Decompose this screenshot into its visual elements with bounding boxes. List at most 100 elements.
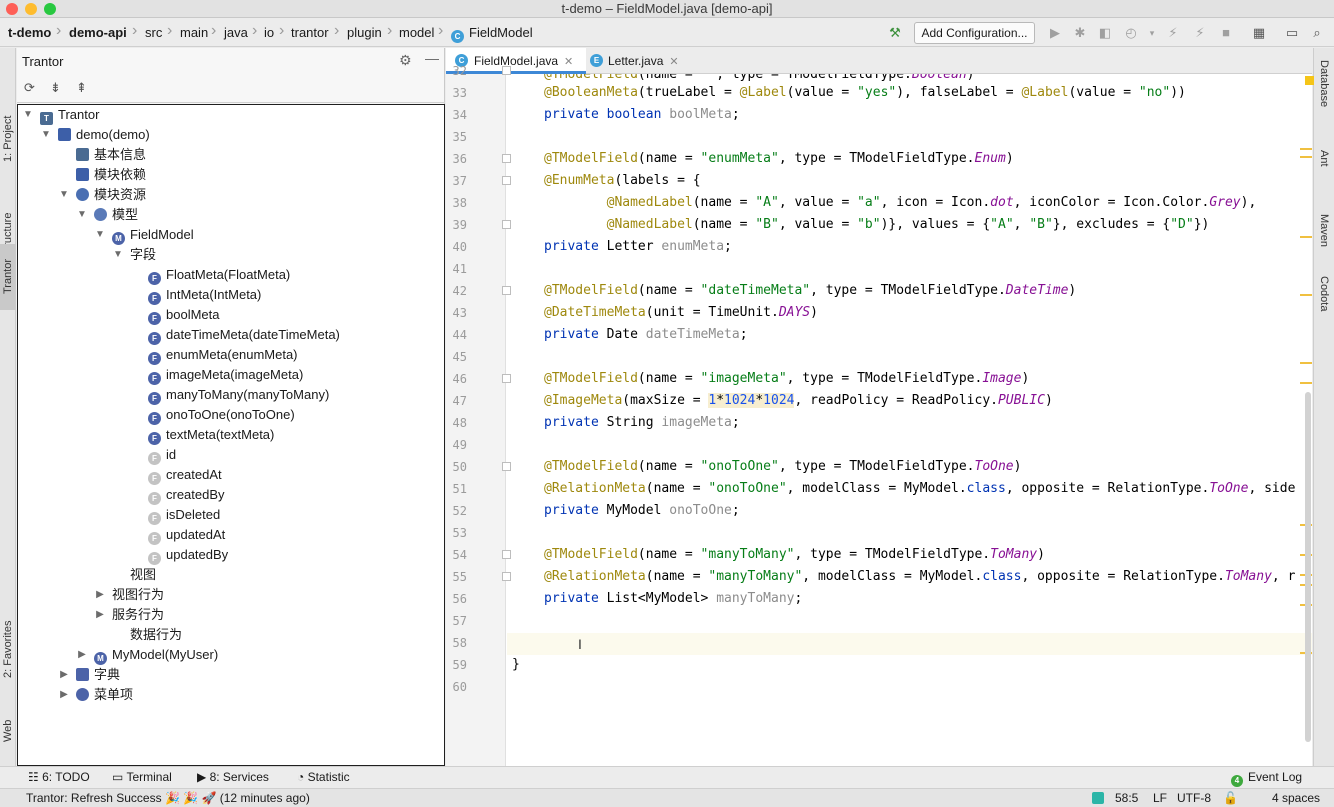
line-number: 39 (452, 218, 467, 232)
tab-web[interactable]: Web (0, 712, 16, 752)
search-icon[interactable]: ⌕ (1308, 24, 1326, 42)
breadcrumb-main[interactable]: main (180, 25, 208, 40)
minimize-window-button[interactable] (25, 3, 37, 15)
run-icon[interactable]: ▶ (1046, 24, 1064, 42)
tree-node-label: 菜单项 (94, 687, 134, 702)
stop-icon[interactable]: ■ (1217, 24, 1235, 42)
line-number: 42 (452, 284, 467, 298)
system-field-icon: F (148, 552, 161, 565)
tab-trantor[interactable]: Trantor (0, 244, 16, 310)
close-window-button[interactable] (6, 3, 18, 15)
debug-icon[interactable]: ✱ (1071, 24, 1089, 42)
panel-toolbar: ⟳ ⇟ ⇞ (17, 75, 445, 103)
expanded-arrow-icon[interactable]: ▼ (22, 105, 34, 125)
editor-scrollbar-thumb[interactable] (1305, 392, 1311, 742)
coverage-icon[interactable]: ◧ (1096, 24, 1114, 42)
tab-services[interactable]: ▶ 8: Services (197, 770, 269, 784)
expanded-arrow-icon[interactable]: ▼ (76, 205, 88, 225)
statistic-icon: ◔ (297, 770, 308, 784)
collapsed-arrow-icon[interactable]: ▶ (58, 685, 70, 705)
expanded-arrow-icon[interactable]: ▼ (112, 245, 124, 265)
tree-node-label: isDeleted (166, 507, 221, 522)
expanded-arrow-icon[interactable]: ▼ (58, 185, 70, 205)
tab-project[interactable]: 1: Project (0, 106, 16, 176)
tree-node-content: FtextMeta(textMeta) (148, 425, 274, 445)
build-hammer-icon[interactable]: ⚒ (886, 24, 904, 42)
tab-event-log[interactable]: 4 Event Log (1231, 770, 1302, 787)
close-tab-icon[interactable]: ✕ (564, 56, 573, 68)
tab-letter-java[interactable]: E Letter.java ✕ (590, 48, 700, 74)
caret-position[interactable]: 58:5 (1115, 789, 1138, 807)
bottom-tool-bar: ☷ 6: TODO ▭ Terminal ▶ 8: Services ◔ Sta… (0, 766, 1334, 788)
breadcrumb-project[interactable]: t-demo (8, 25, 51, 40)
status-message[interactable]: Trantor: Refresh Success 🎉 🎉 🚀 (12 minut… (26, 789, 310, 807)
warning-mark[interactable] (1300, 294, 1312, 296)
breadcrumb-src[interactable]: src (145, 25, 162, 40)
code-editor: C FieldModel.java ✕ E Letter.java ✕ 32 33 34… (446, 48, 1314, 766)
services-icon: ▶ (197, 770, 210, 784)
warning-mark[interactable] (1300, 236, 1312, 238)
breadcrumb-separator: › (387, 22, 393, 39)
breadcrumb-model[interactable]: model (399, 25, 434, 40)
gear-icon[interactable]: ⚙ (399, 52, 412, 69)
tab-todo[interactable]: ☷ 6: TODO (28, 770, 90, 784)
tree-node-label: createdAt (166, 467, 222, 482)
collapsed-arrow-icon[interactable]: ▶ (94, 605, 106, 625)
breadcrumb-plugin[interactable]: plugin (347, 25, 382, 40)
codota-status-icon[interactable] (1092, 792, 1104, 804)
field-icon: F (148, 372, 161, 385)
window-title: t-demo – FieldModel.java [demo-api] (561, 1, 773, 16)
attach-debugger-icon[interactable]: ⚡ (1164, 24, 1182, 42)
tree-node-content: M MyModel(MyUser) (94, 645, 218, 665)
code-line: @TModelField(name = "dateTimeMeta", type… (544, 283, 1077, 298)
line-number: 41 (452, 262, 467, 276)
profile-dropdown-icon[interactable]: ▾ (1143, 24, 1161, 42)
hide-panel-icon[interactable]: — (425, 50, 439, 66)
collapsed-arrow-icon[interactable]: ▶ (76, 645, 88, 665)
tab-terminal[interactable]: ▭ Terminal (112, 770, 172, 784)
line-separator[interactable]: LF (1153, 789, 1167, 807)
warning-mark[interactable] (1300, 156, 1312, 158)
collapse-all-icon[interactable]: ⇞ (76, 80, 87, 96)
project-structure-icon[interactable]: ▦ (1250, 24, 1268, 42)
tab-fieldmodel-java[interactable]: C FieldModel.java ✕ (446, 48, 586, 74)
editor-tabs: C FieldModel.java ✕ E Letter.java ✕ (446, 48, 1312, 74)
system-field-icon: F (148, 452, 161, 465)
tree-node-content: 服务行为 (112, 605, 164, 625)
tree-node-label: 模块资源 (94, 187, 147, 202)
collapsed-arrow-icon[interactable]: ▶ (94, 585, 106, 605)
indent-setting[interactable]: 4 spaces (1272, 789, 1320, 807)
breadcrumb-module[interactable]: demo-api (69, 25, 127, 40)
refresh-icon[interactable]: ⟳ (24, 80, 35, 96)
breadcrumb-io[interactable]: io (264, 25, 274, 40)
breadcrumb-java[interactable]: java (224, 25, 248, 40)
code-line: @EnumMeta(labels = { (544, 173, 701, 188)
code-area[interactable]: @TModelField(name = "", type = TModelFie… (507, 74, 1312, 766)
menu-icon (76, 688, 89, 701)
text-cursor-icon: I (578, 636, 582, 652)
add-configuration-button[interactable]: Add Configuration... (914, 22, 1035, 44)
collapsed-arrow-icon[interactable]: ▶ (58, 665, 70, 685)
zoom-window-button[interactable] (44, 3, 56, 15)
profile-icon[interactable]: ◴ (1122, 24, 1140, 42)
breadcrumb-trantor[interactable]: trantor (291, 25, 329, 40)
file-encoding[interactable]: UTF-8 (1177, 789, 1211, 807)
expand-all-icon[interactable]: ⇟ (50, 80, 61, 96)
breadcrumb-separator: › (167, 22, 173, 39)
breadcrumb-file[interactable]: C FieldModel (451, 25, 533, 43)
reload-icon[interactable]: ⚡ (1191, 24, 1209, 42)
close-tab-icon[interactable]: ✕ (669, 56, 678, 68)
tree-node-label: textMeta(textMeta) (166, 427, 275, 442)
tree-node-label: 数据行为 (130, 627, 183, 642)
expanded-arrow-icon[interactable]: ▼ (40, 125, 52, 145)
terminal-window-icon[interactable]: ▭ (1283, 24, 1301, 42)
warning-mark[interactable] (1300, 148, 1312, 150)
warning-mark[interactable] (1300, 362, 1312, 364)
expanded-arrow-icon[interactable]: ▼ (94, 225, 106, 245)
tab-favorites[interactable]: 2: Favorites (0, 608, 16, 688)
line-number: 34 (452, 108, 467, 122)
warning-status-icon[interactable] (1305, 76, 1314, 85)
lock-icon[interactable]: 🔓 (1223, 789, 1238, 807)
tab-statistic[interactable]: ◔ Statistic (297, 770, 350, 784)
warning-mark[interactable] (1300, 382, 1312, 384)
